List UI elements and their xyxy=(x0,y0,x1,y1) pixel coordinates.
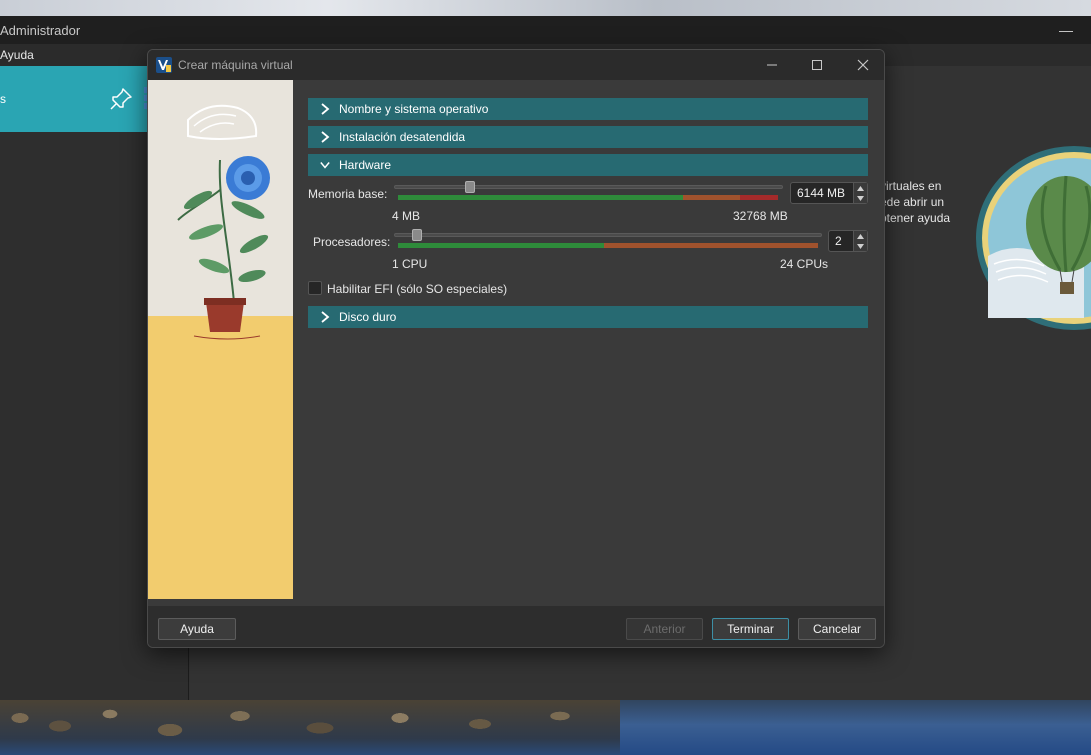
dialog-title: Crear máquina virtual xyxy=(178,58,293,72)
sidebar-item-label: s xyxy=(0,92,6,106)
cancel-button[interactable]: Cancelar xyxy=(798,618,876,640)
welcome-line: ede abrir un xyxy=(880,195,945,209)
dialog-close-button[interactable] xyxy=(853,56,873,74)
dialog-maximize-button[interactable] xyxy=(807,56,827,74)
caret-up-icon xyxy=(857,185,864,191)
processors-scale-warning xyxy=(603,243,818,248)
processors-max-label: 24 CPUs xyxy=(780,257,829,271)
dialog-footer: Ayuda Anterior Terminar Cancelar xyxy=(148,606,884,647)
maximize-icon xyxy=(812,60,822,70)
chevron-right-icon xyxy=(321,131,330,143)
processors-min-label: 1 CPU xyxy=(392,257,428,271)
section-unattended-label: Instalación desatendida xyxy=(339,130,466,144)
main-window-titlebar: Administrador — xyxy=(0,16,1091,44)
section-hardware[interactable]: Hardware xyxy=(308,154,868,176)
processors-scale-recommended xyxy=(398,243,604,248)
caret-up-icon xyxy=(857,233,864,239)
memory-spin-buttons xyxy=(853,183,867,203)
menu-help[interactable]: Ayuda xyxy=(0,48,38,62)
memory-scale-recommended xyxy=(398,195,683,200)
virtualbox-logo-icon xyxy=(156,57,172,73)
efi-checkbox-label[interactable]: Habilitar EFI (sólo SO especiales) xyxy=(327,282,507,296)
back-button[interactable]: Anterior xyxy=(626,618,703,640)
welcome-text: virtuales en ede abrir un btener ayuda xyxy=(880,178,980,226)
minimize-icon xyxy=(767,64,777,66)
welcome-line: btener ayuda xyxy=(880,211,951,225)
desktop-rocks-decoration xyxy=(0,700,620,755)
section-name-os[interactable]: Nombre y sistema operativo xyxy=(308,98,868,120)
pin-icon[interactable] xyxy=(108,86,134,112)
finish-button[interactable]: Terminar xyxy=(712,618,789,640)
create-vm-dialog: Crear máquina virtual Nombre y sistema o… xyxy=(147,49,885,648)
main-window-minimize-button[interactable]: — xyxy=(1059,22,1073,38)
balloon-illustration xyxy=(976,146,1091,330)
section-hard-disk-label: Disco duro xyxy=(339,310,397,324)
welcome-line: virtuales en xyxy=(880,179,942,193)
dialog-minimize-button[interactable] xyxy=(762,56,782,74)
chevron-right-icon xyxy=(321,103,330,115)
caret-down-icon xyxy=(857,243,864,249)
processors-increment-button[interactable] xyxy=(854,231,867,241)
memory-slider-handle[interactable] xyxy=(465,181,475,193)
memory-slider[interactable] xyxy=(394,185,783,189)
section-name-os-label: Nombre y sistema operativo xyxy=(339,102,489,116)
chevron-down-icon xyxy=(320,162,330,169)
close-icon xyxy=(857,59,869,71)
processors-slider[interactable] xyxy=(394,233,822,237)
memory-label: Memoria base: xyxy=(308,187,388,201)
caret-down-icon xyxy=(857,195,864,201)
section-hard-disk[interactable]: Disco duro xyxy=(308,306,868,328)
memory-scale-bar xyxy=(398,195,778,200)
processors-spinbox[interactable] xyxy=(828,230,868,252)
dialog-titlebar: Crear máquina virtual xyxy=(148,50,884,80)
memory-input[interactable] xyxy=(791,183,853,203)
efi-checkbox[interactable] xyxy=(308,281,322,295)
memory-scale-warning xyxy=(683,195,740,200)
help-button[interactable]: Ayuda xyxy=(158,618,236,640)
memory-increment-button[interactable] xyxy=(854,183,867,193)
main-window-title: Administrador xyxy=(0,22,81,38)
memory-min-label: 4 MB xyxy=(392,209,421,223)
desktop-background-top xyxy=(0,0,1091,16)
chevron-right-icon xyxy=(321,311,330,323)
plant-illustration xyxy=(148,80,293,599)
memory-spinbox[interactable] xyxy=(790,182,868,204)
processors-label: Procesadores: xyxy=(313,235,391,249)
desktop-background-bottom xyxy=(0,700,1091,755)
memory-decrement-button[interactable] xyxy=(854,193,867,203)
processors-slider-handle[interactable] xyxy=(412,229,422,241)
memory-scale-danger xyxy=(740,195,778,200)
memory-max-label: 32768 MB xyxy=(733,209,788,223)
processors-decrement-button[interactable] xyxy=(854,241,867,251)
dialog-body: Nombre y sistema operativo Instalación d… xyxy=(148,80,884,606)
section-hardware-label: Hardware xyxy=(339,158,392,172)
processors-input[interactable] xyxy=(829,231,853,251)
processors-scale-bar xyxy=(398,243,818,248)
section-unattended-install[interactable]: Instalación desatendida xyxy=(308,126,868,148)
processors-spin-buttons xyxy=(853,231,867,251)
